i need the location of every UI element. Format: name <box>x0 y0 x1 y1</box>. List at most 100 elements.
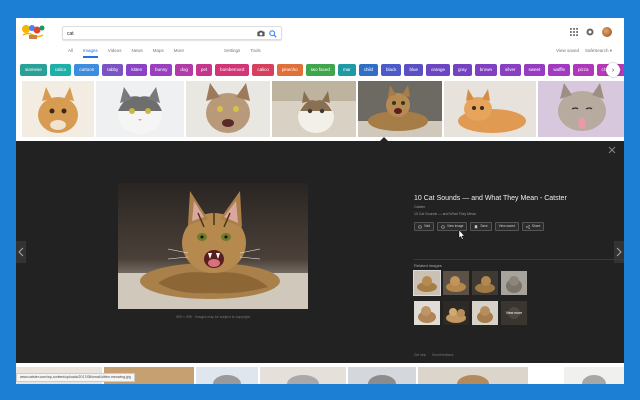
image-title[interactable]: 10 Cat Sounds — and What They Mean - Cat… <box>414 195 604 202</box>
preview-footer-links: Get help Send feedback <box>414 353 453 357</box>
related-search-chips: siamese calico cartoon tabby kitten bunny dog p… <box>20 64 624 76</box>
related-search-chip[interactable]: sweet <box>523 64 546 76</box>
image-result[interactable] <box>196 367 258 384</box>
related-search-chip[interactable]: calico <box>49 64 72 76</box>
tab-news[interactable]: News <box>131 48 142 58</box>
related-search-chip[interactable]: bunny <box>150 64 173 76</box>
related-search-chip[interactable]: siamese <box>20 64 47 76</box>
previous-image-button[interactable] <box>16 241 26 263</box>
save-label: Save <box>480 224 488 228</box>
related-search-chip[interactable]: pinecho <box>276 64 303 76</box>
view-more-tile[interactable]: View more <box>501 301 527 325</box>
tab-images[interactable]: Images <box>83 48 98 58</box>
tab-more[interactable]: More <box>174 48 184 58</box>
globe-icon <box>418 224 422 229</box>
related-search-chip[interactable]: blue <box>404 64 423 76</box>
related-image[interactable] <box>443 271 469 295</box>
save-button[interactable]: Save <box>470 222 492 231</box>
related-search-chip[interactable]: two faced <box>305 64 335 76</box>
image-result-selected[interactable] <box>358 81 442 137</box>
related-search-chip[interactable]: gray <box>453 64 472 76</box>
browser-window: All Images Videos News Maps More Setting… <box>16 18 624 384</box>
view-image-label: View image <box>446 224 464 228</box>
divider <box>414 259 624 260</box>
related-search-chip[interactable]: waffle <box>548 64 570 76</box>
tools-link[interactable]: Tools <box>250 48 261 53</box>
related-image[interactable] <box>472 271 498 295</box>
preview-actions: Visit View image Save View saved Share <box>414 222 604 231</box>
related-image[interactable] <box>413 270 441 296</box>
related-image[interactable] <box>472 301 498 325</box>
chevron-right-icon <box>616 247 622 257</box>
chips-next-button[interactable]: › <box>606 63 620 77</box>
avatar[interactable] <box>602 27 612 37</box>
doodle-logo[interactable] <box>20 22 46 40</box>
status-bar-url: www.catster.com/wp-content/uploads/2017/… <box>16 373 135 382</box>
image-result[interactable] <box>348 367 416 384</box>
related-search-chip[interactable]: pet <box>195 64 213 76</box>
related-search-chip[interactable]: black <box>380 64 402 76</box>
related-search-chip[interactable]: silver <box>500 64 521 76</box>
related-search-chip[interactable]: cartoon <box>74 64 100 76</box>
view-saved-label: View saved <box>498 224 515 228</box>
header-links: View saved SafeSearch ▾ <box>556 48 612 54</box>
share-button[interactable]: Share <box>521 222 545 231</box>
related-search-chip[interactable]: kitten <box>126 64 148 76</box>
related-search-chip[interactable]: bombernord <box>215 64 250 76</box>
tab-all[interactable]: All <box>68 48 73 58</box>
related-search-chip[interactable]: mar <box>337 64 356 76</box>
send-feedback-link[interactable]: Send feedback <box>432 353 453 357</box>
safesearch-toggle[interactable]: SafeSearch ▾ <box>585 48 612 54</box>
chevron-left-icon <box>18 247 24 257</box>
related-image[interactable] <box>501 271 527 295</box>
camera-icon[interactable] <box>257 30 265 37</box>
visit-button[interactable]: Visit <box>414 222 434 231</box>
image-result[interactable] <box>186 81 270 137</box>
search-icon[interactable] <box>269 30 277 38</box>
related-search-chip[interactable]: brown <box>474 64 498 76</box>
share-label: Share <box>531 224 541 228</box>
close-icon[interactable] <box>608 146 616 154</box>
view-saved-link[interactable]: View saved <box>556 48 579 54</box>
header-right <box>570 27 612 37</box>
settings-link[interactable]: Settings <box>224 48 240 53</box>
chevron-right-icon: › <box>611 66 615 74</box>
apps-grid-icon[interactable] <box>570 28 578 36</box>
related-search-chip[interactable]: child <box>358 64 378 76</box>
image-caption: 599 × 395 · Images may be subject to cop… <box>176 315 250 319</box>
view-saved-button[interactable]: View saved <box>494 222 519 231</box>
image-source-site: Catster <box>414 205 426 209</box>
tools-bar: Settings Tools <box>224 48 261 53</box>
search-tabs: All Images Videos News Maps More <box>68 48 184 58</box>
image-preview-panel: 599 × 395 · Images may be subject to cop… <box>16 141 624 363</box>
related-search-chip[interactable]: dog <box>175 64 193 76</box>
search-input[interactable] <box>67 29 247 38</box>
image-result[interactable] <box>96 81 184 137</box>
search-box <box>62 26 282 40</box>
preview-image[interactable] <box>118 183 308 309</box>
globe-icon <box>441 224 445 229</box>
related-image[interactable] <box>443 301 469 325</box>
image-result[interactable] <box>444 81 536 137</box>
image-details: 10 Cat Sounds — and What They Mean - Cat… <box>414 195 604 231</box>
image-result[interactable] <box>418 367 528 384</box>
related-search-chip[interactable]: pizza <box>573 64 594 76</box>
visit-label: Visit <box>424 224 430 228</box>
related-images-heading: Related images <box>414 263 442 268</box>
get-help-link[interactable]: Get help <box>414 353 426 357</box>
image-result[interactable] <box>260 367 346 384</box>
image-result[interactable] <box>538 81 624 137</box>
tab-videos[interactable]: Videos <box>108 48 122 58</box>
mouse-cursor-icon <box>458 230 465 240</box>
related-search-chip[interactable]: orange <box>425 64 450 76</box>
image-result[interactable] <box>564 367 624 384</box>
related-image[interactable] <box>414 301 440 325</box>
related-search-chip[interactable]: tabby <box>102 64 124 76</box>
related-search-chip[interactable]: calico <box>252 64 274 76</box>
image-result[interactable] <box>272 81 356 137</box>
tab-maps[interactable]: Maps <box>153 48 164 58</box>
related-images-grid: View more <box>413 270 534 327</box>
notifications-icon[interactable] <box>586 28 594 36</box>
image-subtitle: 10 Cat Sounds — and What They Mean <box>414 212 476 216</box>
image-result[interactable] <box>22 81 94 137</box>
